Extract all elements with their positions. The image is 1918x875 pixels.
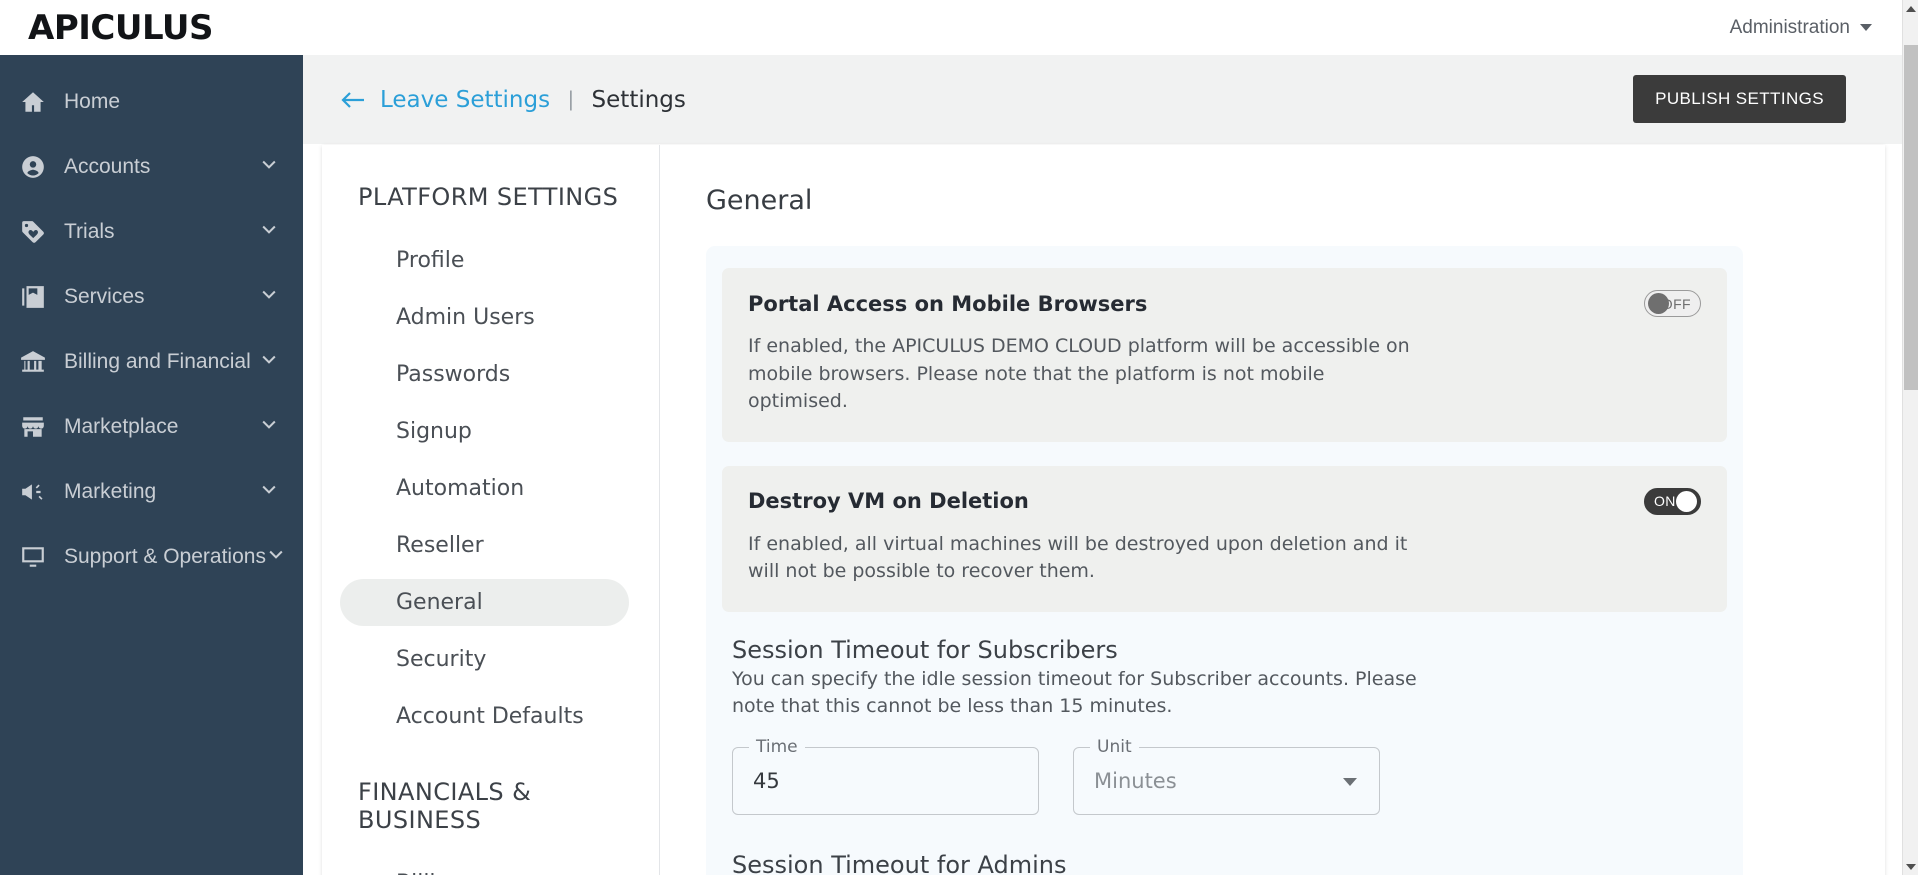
portal-access-title: Portal Access on Mobile Browsers <box>748 291 1148 316</box>
logo-text: APICULUS <box>28 7 214 48</box>
home-icon <box>18 87 48 117</box>
subnav-group-title-platform: PLATFORM SETTINGS <box>358 183 619 211</box>
browser-scrollbar[interactable] <box>1902 0 1918 875</box>
general-settings-card: Portal Access on Mobile Browsers OFF If … <box>706 246 1743 875</box>
destroy-vm-setting: Destroy VM on Deletion ON If enabled, al… <box>722 465 1727 612</box>
settings-panel: PLATFORM SETTINGS Profile Admin Users Pa… <box>322 145 1885 875</box>
subnav-item-account-defaults[interactable]: Account Defaults <box>340 693 629 740</box>
scroll-up-arrow-icon[interactable] <box>1903 0 1918 17</box>
breadcrumb-separator: | <box>568 87 574 111</box>
sidebar-item-marketplace[interactable]: Marketplace <box>0 394 303 459</box>
bank-icon <box>18 347 48 377</box>
settings-subnav: PLATFORM SETTINGS Profile Admin Users Pa… <box>322 145 660 875</box>
subnav-item-billing[interactable]: Billing <box>340 860 629 875</box>
subscriber-unit-value: Minutes <box>1094 768 1177 793</box>
sidebar-item-label: Billing and Financial <box>64 349 251 373</box>
sidebar-item-label: Marketing <box>64 479 157 503</box>
portal-access-setting: Portal Access on Mobile Browsers OFF If … <box>722 268 1727 442</box>
chevron-down-icon[interactable] <box>1343 777 1357 786</box>
sidebar-item-label: Trials <box>64 219 115 243</box>
subscriber-time-label: Time <box>749 736 805 757</box>
toggle-knob-icon <box>1676 490 1697 512</box>
sidebar-item-label: Accounts <box>64 154 151 178</box>
subscriber-unit-select[interactable]: Unit Minutes <box>1073 736 1380 815</box>
content-heading: General <box>706 185 813 216</box>
chevron-down-icon <box>259 284 279 309</box>
app-root: APICULUS Administration Home Accounts Tr… <box>0 0 1918 875</box>
subnav-item-passwords[interactable]: Passwords <box>340 351 629 398</box>
subscriber-timeout-title: Session Timeout for Subscribers <box>732 635 1118 664</box>
subnav-item-profile[interactable]: Profile <box>340 237 629 284</box>
subscriber-time-input[interactable]: 45 <box>753 769 780 793</box>
chevron-down-icon <box>259 219 279 244</box>
chevron-down-icon <box>259 479 279 504</box>
subnav-item-admin-users[interactable]: Admin Users <box>340 294 629 341</box>
sidebar-item-label: Home <box>64 89 121 113</box>
sidebar-item-support-and-operations[interactable]: Support & Operations <box>0 524 303 589</box>
monitor-icon <box>18 542 48 572</box>
sidebar-item-billing-and-financial[interactable]: Billing and Financial <box>0 329 303 394</box>
portal-access-header: Portal Access on Mobile Browsers OFF <box>748 290 1701 317</box>
leave-settings-link[interactable]: Leave Settings <box>380 87 550 113</box>
apiculus-logo: APICULUS <box>28 7 214 48</box>
subnav-item-signup[interactable]: Signup <box>340 408 629 455</box>
portal-access-toggle[interactable]: OFF <box>1644 290 1701 317</box>
destroy-vm-title: Destroy VM on Deletion <box>748 489 1029 514</box>
store-icon <box>18 412 48 442</box>
settings-content: General Portal Access on Mobile Browsers… <box>660 145 1885 875</box>
destroy-vm-toggle[interactable]: ON <box>1644 487 1701 515</box>
user-circle-icon <box>18 152 48 182</box>
scroll-down-arrow-icon[interactable] <box>1903 858 1918 875</box>
sidebar: Home Accounts Trials Services Billing an… <box>0 55 303 875</box>
sidebar-item-label: Services <box>64 284 145 308</box>
chevron-down-icon <box>259 414 279 439</box>
scrollbar-thumb[interactable] <box>1904 45 1918 390</box>
layers-icon <box>18 282 48 312</box>
destroy-vm-description: If enabled, all virtual machines will be… <box>748 532 1408 583</box>
subscriber-session-timeout-section: Session Timeout for Subscribers You can … <box>706 636 1743 821</box>
sidebar-item-home[interactable]: Home <box>0 69 303 134</box>
destroy-vm-header: Destroy VM on Deletion ON <box>748 487 1701 515</box>
chevron-down-icon <box>259 349 279 374</box>
toggle-knob-icon <box>1648 293 1669 314</box>
chevron-down-icon <box>266 544 286 569</box>
subnav-item-reseller[interactable]: Reseller <box>340 522 629 569</box>
publish-settings-button[interactable]: PUBLISH SETTINGS <box>1633 75 1846 123</box>
subscriber-timeout-fields: Time 45 Unit Minutes <box>732 736 1717 821</box>
admin-timeout-title: Session Timeout for Admins <box>732 850 1067 875</box>
subscriber-unit-label: Unit <box>1090 736 1139 757</box>
sidebar-item-trials[interactable]: Trials <box>0 199 303 264</box>
top-bar: APICULUS Administration <box>0 0 1902 55</box>
sidebar-item-accounts[interactable]: Accounts <box>0 134 303 199</box>
portal-access-description: If enabled, the APICULUS DEMO CLOUD plat… <box>748 335 1410 413</box>
megaphone-icon <box>18 477 48 507</box>
subnav-item-automation[interactable]: Automation <box>340 465 629 512</box>
subscriber-time-field[interactable]: Time 45 <box>732 736 1039 815</box>
page-header: Leave Settings | Settings PUBLISH SETTIN… <box>303 55 1902 144</box>
subnav-group-title-financials: FINANCIALS & BUSINESS <box>358 778 532 834</box>
admin-session-timeout-section: Session Timeout for Admins You can speci… <box>706 851 1743 875</box>
administration-menu[interactable]: Administration <box>1730 17 1872 39</box>
chevron-down-icon <box>1860 24 1872 31</box>
subnav-item-general[interactable]: General <box>340 579 629 626</box>
tag-icon <box>18 217 48 247</box>
chevron-down-icon <box>259 154 279 179</box>
administration-menu-label: Administration <box>1729 16 1850 38</box>
sidebar-item-label: Support & Operations <box>64 544 266 568</box>
destroy-vm-toggle-state: ON <box>1654 493 1676 510</box>
page-title: Settings <box>591 86 686 113</box>
subscriber-timeout-description: You can specify the idle session timeout… <box>732 667 1417 718</box>
sidebar-item-services[interactable]: Services <box>0 264 303 329</box>
sidebar-item-label: Marketplace <box>64 414 179 438</box>
sidebar-item-marketing[interactable]: Marketing <box>0 459 303 524</box>
subnav-item-security[interactable]: Security <box>340 636 629 683</box>
arrow-left-icon[interactable] <box>340 90 366 110</box>
